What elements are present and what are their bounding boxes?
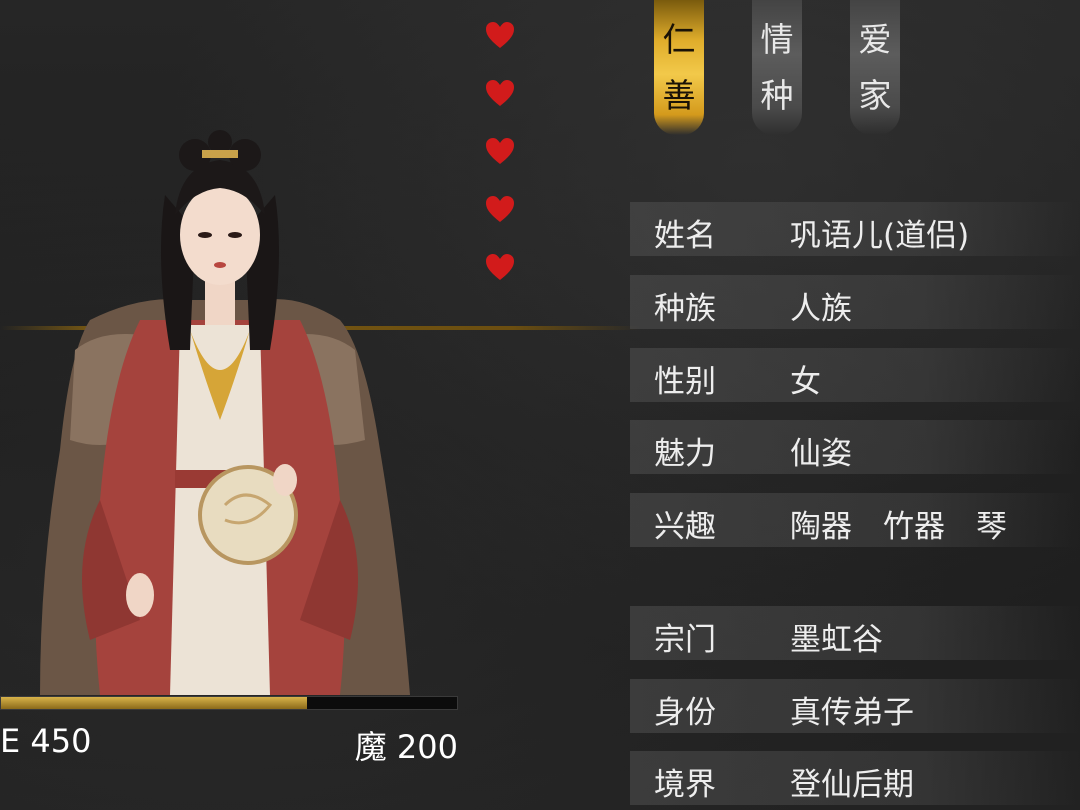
info-label: 种族: [654, 291, 716, 327]
info-row-race: 种族 人族: [630, 275, 1080, 329]
info-value: 墨虹谷: [790, 622, 883, 658]
tab-aijia-char-2: 家: [858, 75, 892, 115]
tab-renshan[interactable]: 仁 善: [654, 0, 704, 135]
stat-demon-value: 魔 200: [354, 728, 458, 766]
info-label: 姓名: [654, 218, 716, 254]
info-label: 境界: [654, 767, 716, 803]
info-label: 性别: [654, 364, 716, 400]
character-portrait: [40, 130, 410, 695]
heart-icon: [486, 22, 514, 48]
tab-aijia-char-1: 爱: [858, 19, 892, 59]
heart-icon: [486, 80, 514, 106]
stat-left-value: E 450: [0, 722, 92, 760]
tab-aijia[interactable]: 爱 家: [850, 0, 900, 135]
info-row-interests: 兴趣 陶器 竹器 琴: [630, 493, 1080, 547]
info-label: 兴趣: [654, 509, 716, 545]
heart-icon: [486, 196, 514, 222]
info-row-name: 姓名 巩语儿(道侣): [630, 202, 1080, 256]
info-row-gender: 性别 女: [630, 348, 1080, 402]
stat-progress-fill: [1, 697, 307, 709]
tab-qingzhong-char-1: 情: [760, 19, 794, 59]
info-value: 女: [790, 364, 821, 400]
tab-renshan-char-2: 善: [662, 75, 696, 115]
info-row-identity: 身份 真传弟子: [630, 679, 1080, 733]
info-row-sect: 宗门 墨虹谷: [630, 606, 1080, 660]
stat-progress-bar: [0, 696, 458, 710]
info-value: 真传弟子: [790, 695, 914, 731]
heart-icon: [486, 138, 514, 164]
info-label: 宗门: [654, 622, 716, 658]
info-value: 巩语儿(道侣): [790, 218, 970, 254]
info-label: 身份: [654, 695, 716, 731]
tab-renshan-char-1: 仁: [662, 19, 696, 59]
info-label: 魅力: [654, 436, 716, 472]
tab-qingzhong[interactable]: 情 种: [752, 0, 802, 135]
heart-icon: [486, 254, 514, 280]
info-value: 人族: [790, 291, 852, 327]
info-value: 登仙后期: [790, 767, 914, 803]
info-row-charm: 魅力 仙姿: [630, 420, 1080, 474]
info-value: 陶器 竹器 琴: [790, 509, 1007, 545]
info-value: 仙姿: [790, 436, 852, 472]
tab-qingzhong-char-2: 种: [760, 75, 794, 115]
info-row-realm: 境界 登仙后期: [630, 751, 1080, 805]
